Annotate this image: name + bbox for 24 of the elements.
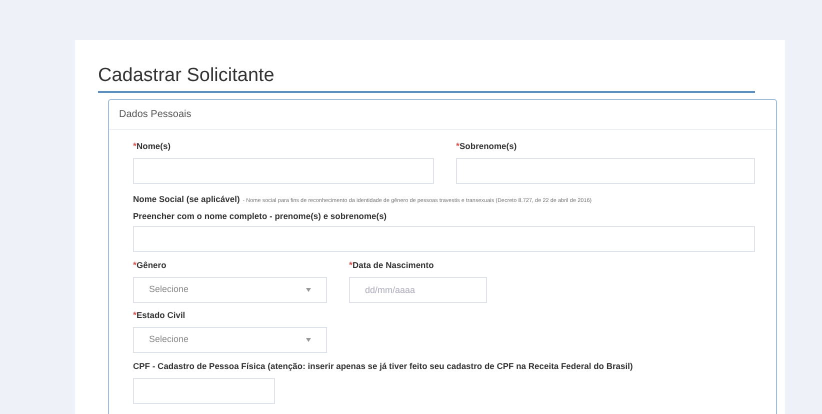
required-mark: * <box>456 140 460 153</box>
field-label: Nome Social (se aplicável) <box>133 193 240 206</box>
field-label: Gênero <box>136 258 166 272</box>
field-label: Estado Civil <box>136 308 186 322</box>
input-field[interactable] <box>133 158 434 184</box>
page-title: Cadastrar Solicitante <box>98 64 755 93</box>
caret-icon <box>306 288 311 292</box>
input-field[interactable] <box>133 226 755 252</box>
field-label: Sobrenome(s) <box>460 140 517 153</box>
field-hint: Preencher com o nome completo - prenome(s) e sobrenome(s) <box>133 210 388 222</box>
select-field[interactable]: Selecione <box>133 276 327 302</box>
input-field[interactable] <box>456 158 755 184</box>
input-field[interactable] <box>133 378 275 404</box>
field-label: CPF - Cadastro de Pessoa Física (atenção: inserir apenas se já tiver feito seu cadastro de CPF na Receita Federal do Brasil) <box>133 360 633 372</box>
required-mark: * <box>133 140 137 153</box>
required-mark: * <box>349 258 353 272</box>
select-field[interactable]: Selecione <box>133 326 327 352</box>
required-mark: * <box>133 258 137 272</box>
caret-icon <box>306 338 311 342</box>
field-label: Nome(s) <box>136 140 171 153</box>
required-mark: * <box>133 308 137 322</box>
section-title: Dados Pessoais <box>109 100 776 130</box>
field-label: Data de Nascimento <box>352 258 434 272</box>
input-field[interactable]: dd/mm/aaaa <box>349 276 487 302</box>
